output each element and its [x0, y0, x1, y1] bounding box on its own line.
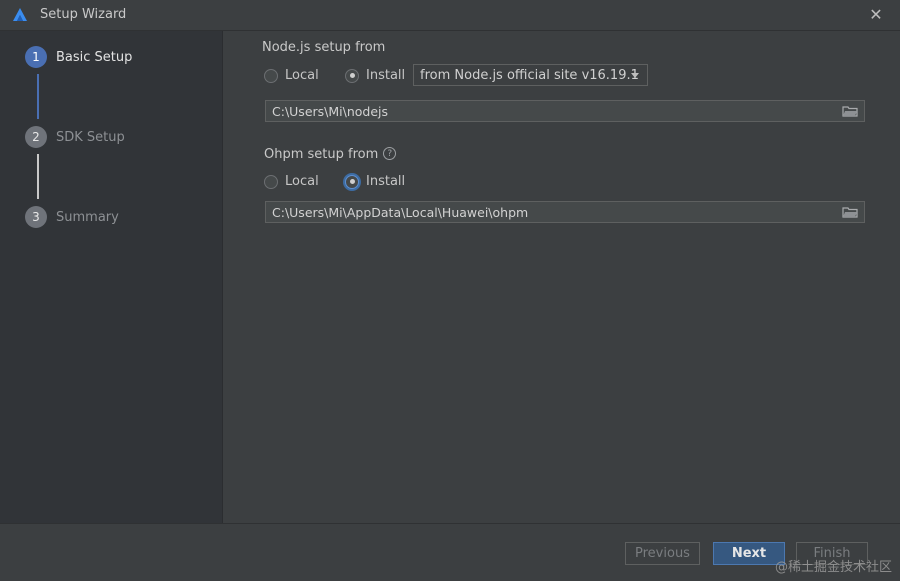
app-logo-icon [13, 8, 27, 21]
dropdown-value: from Node.js official site v16.19.1 [420, 67, 639, 83]
folder-icon[interactable] [842, 105, 858, 117]
step-label: Basic Setup [56, 49, 133, 65]
step-label: SDK Setup [56, 129, 125, 145]
step-number: 3 [25, 206, 47, 228]
radio-button[interactable] [345, 68, 359, 83]
radio-button[interactable] [345, 174, 359, 189]
nodejs-source-dropdown[interactable]: from Node.js official site v16.19.1 [413, 64, 648, 86]
ohpm-section-title: Ohpm setup from? [264, 147, 397, 162]
path-value: C:\Users\Mi\nodejs [272, 103, 389, 119]
step-basic-setup: 1 Basic Setup [25, 45, 132, 69]
ohpm-install-radio[interactable]: Install [345, 174, 405, 189]
radio-label: Install [366, 174, 406, 189]
nodejs-install-radio[interactable]: Install [345, 68, 405, 83]
window-title: Setup Wizard [40, 7, 127, 22]
help-icon[interactable]: ? [383, 147, 397, 160]
title-bar: Setup Wizard ✕ [0, 0, 900, 31]
radio-button[interactable] [264, 174, 278, 189]
step-number: 2 [25, 126, 47, 148]
watermark-text: @稀土掘金技术社区 [774, 560, 892, 575]
nodejs-local-radio[interactable]: Local [264, 68, 319, 83]
step-connector [37, 74, 39, 119]
steps-sidebar: 1 Basic Setup 2 SDK Setup 3 Summary [0, 31, 223, 523]
radio-button[interactable] [264, 68, 278, 83]
wizard-footer: Previous Next Finish @稀土掘金技术社区 [0, 523, 900, 581]
step-connector [37, 154, 39, 199]
path-value: C:\Users\Mi\AppData\Local\Huawei\ohpm [272, 204, 529, 220]
radio-label: Local [285, 68, 319, 83]
chevron-down-icon [631, 73, 639, 78]
ohpm-title-text: Ohpm setup from [264, 147, 379, 162]
radio-label: Install [366, 68, 406, 83]
nodejs-section-title: Node.js setup from [262, 40, 386, 55]
step-label: Summary [56, 209, 119, 225]
close-button[interactable]: ✕ [866, 5, 886, 25]
step-sdk-setup: 2 SDK Setup [25, 125, 125, 149]
previous-button[interactable]: Previous [625, 542, 700, 565]
ohpm-local-radio[interactable]: Local [264, 174, 319, 189]
step-number: 1 [25, 46, 47, 68]
setup-content: Node.js setup from Local Install from No… [223, 31, 900, 523]
step-summary: 3 Summary [25, 205, 119, 229]
close-icon: ✕ [869, 5, 883, 24]
nodejs-path-field[interactable]: C:\Users\Mi\nodejs [265, 100, 865, 122]
ohpm-path-field[interactable]: C:\Users\Mi\AppData\Local\Huawei\ohpm [265, 201, 865, 223]
radio-label: Local [285, 174, 319, 189]
folder-icon[interactable] [842, 206, 858, 218]
